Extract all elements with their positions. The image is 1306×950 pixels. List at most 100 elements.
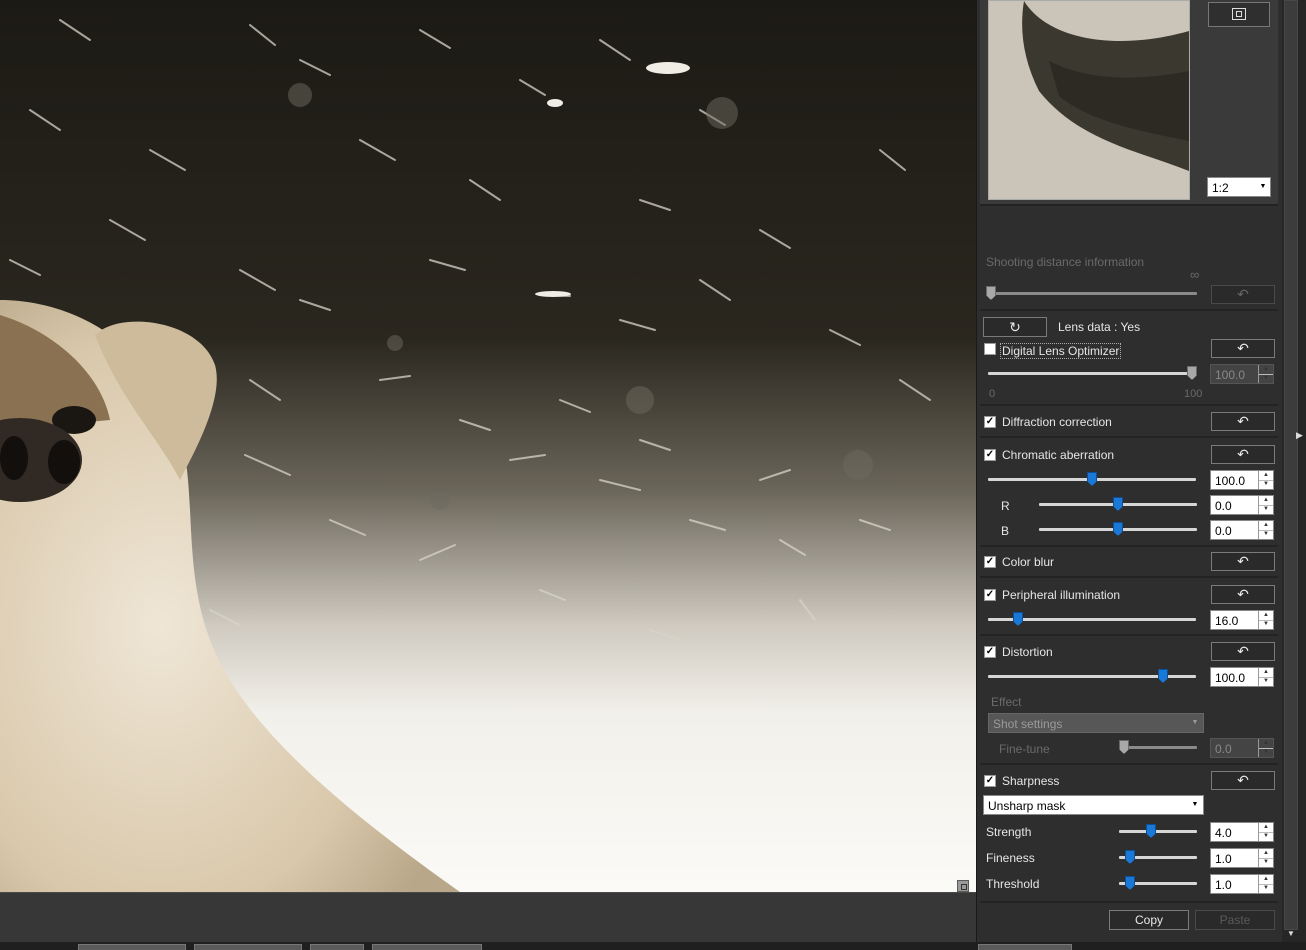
effect-select[interactable]: Shot settings ▼ (988, 713, 1204, 733)
chromatic-label: Chromatic aberration (1002, 448, 1115, 462)
paste-button[interactable]: Paste (1195, 910, 1275, 930)
diffraction-label: Diffraction correction (1002, 415, 1112, 429)
divider (980, 763, 1278, 765)
b-value: 0.0 (1215, 524, 1232, 538)
divider (980, 309, 1278, 311)
chromatic-reset-button[interactable]: ↶ (1211, 445, 1275, 464)
r-label: R (1001, 499, 1010, 513)
status-bar (0, 892, 976, 943)
shooting-distance-label: Shooting distance information (986, 255, 1145, 269)
bottom-tab-4[interactable] (372, 944, 482, 950)
finetune-value: 0.0 (1215, 742, 1232, 756)
spin-down-icon[interactable]: ▼ (1258, 677, 1273, 686)
r-value-input[interactable]: 0.0 ▲ ▼ (1210, 495, 1274, 515)
navigator-image (989, 1, 1189, 199)
sharpness-label: Sharpness (1002, 774, 1060, 788)
finetune-label: Fine-tune (999, 742, 1050, 756)
image-preview[interactable] (0, 0, 976, 892)
distortion-value-input[interactable]: 100.0 ▲ ▼ (1210, 667, 1274, 687)
scroll-down-icon[interactable]: ▼ (1284, 928, 1298, 940)
distortion-value: 100.0 (1215, 671, 1246, 685)
divider (980, 404, 1278, 406)
divider (980, 576, 1278, 578)
distortion-checkbox[interactable]: ✓ (984, 646, 996, 658)
spin-down-icon[interactable]: ▼ (1258, 884, 1273, 893)
shooting-distance-slider[interactable] (990, 292, 1197, 295)
navigator-thumbnail[interactable] (988, 0, 1190, 200)
refresh-lens-data-button[interactable]: ↻ (983, 317, 1047, 337)
shooting-distance-reset-button[interactable]: ↶ (1211, 285, 1275, 304)
peripheral-value-input[interactable]: 16.0 ▲ ▼ (1210, 610, 1274, 630)
fit-to-window-button[interactable] (1208, 2, 1270, 27)
chromatic-value: 100.0 (1215, 474, 1246, 488)
finetune-slider[interactable] (1120, 746, 1197, 749)
divider (980, 634, 1278, 636)
bottom-tab-3[interactable] (310, 944, 364, 950)
peripheral-reset-button[interactable]: ↶ (1211, 585, 1275, 604)
chromatic-value-input[interactable]: 100.0 ▲ ▼ (1210, 470, 1274, 490)
distortion-reset-button[interactable]: ↶ (1211, 642, 1275, 661)
infinity-label: ∞ (1190, 267, 1200, 282)
zoom-level-select[interactable]: 1:2 ▼ (1207, 177, 1271, 197)
refresh-icon: ↻ (1009, 319, 1021, 335)
spin-down-icon[interactable]: ▼ (1258, 748, 1273, 757)
dlo-checkbox[interactable] (984, 343, 996, 355)
preview-photo (0, 0, 976, 892)
peripheral-label: Peripheral illumination (1002, 588, 1121, 602)
spin-down-icon[interactable]: ▼ (1258, 832, 1273, 841)
dlo-max-label: 100 (1184, 388, 1203, 400)
diffraction-reset-button[interactable]: ↶ (1211, 412, 1275, 431)
divider (980, 436, 1278, 438)
zoom-level-value: 1:2 (1212, 181, 1229, 195)
bottom-tab-2[interactable] (194, 944, 302, 950)
spin-down-icon[interactable]: ▼ (1258, 480, 1273, 489)
strength-label: Strength (986, 825, 1032, 839)
copy-button[interactable]: Copy (1109, 910, 1189, 930)
dlo-value: 100.0 (1215, 368, 1246, 382)
divider (980, 901, 1278, 903)
threshold-label: Threshold (986, 877, 1040, 891)
fineness-label: Fineness (986, 851, 1035, 865)
dlo-reset-button[interactable]: ↶ (1211, 339, 1275, 358)
spin-down-icon[interactable]: ▼ (1258, 530, 1273, 539)
sharpness-mode-select[interactable]: Unsharp mask ▼ (983, 795, 1204, 815)
chromatic-checkbox[interactable]: ✓ (984, 449, 996, 461)
dlo-label: Digital Lens Optimizer (1000, 343, 1122, 359)
chevron-down-icon: ▼ (1259, 183, 1267, 190)
scrollbar-thumb[interactable] (1284, 0, 1298, 930)
diffraction-checkbox[interactable]: ✓ (984, 416, 996, 428)
strength-value: 4.0 (1215, 826, 1232, 840)
sharpness-mode-value: Unsharp mask (988, 799, 1066, 813)
b-value-input[interactable]: 0.0 ▲ ▼ (1210, 520, 1274, 540)
finetune-value-input[interactable]: 0.0 ▲ ▼ (1210, 738, 1274, 758)
fit-view-icon[interactable] (957, 880, 969, 892)
color-blur-checkbox[interactable]: ✓ (984, 556, 996, 568)
color-blur-reset-button[interactable]: ↶ (1211, 552, 1275, 571)
effect-label: Effect (991, 695, 1022, 709)
spin-down-icon[interactable]: ▼ (1258, 858, 1273, 867)
bottom-tab-5[interactable] (978, 944, 1072, 950)
strength-slider[interactable] (1119, 830, 1197, 833)
spin-down-icon[interactable]: ▼ (1258, 620, 1273, 629)
threshold-value: 1.0 (1215, 878, 1232, 892)
fineness-value: 1.0 (1215, 852, 1232, 866)
peripheral-checkbox[interactable]: ✓ (984, 589, 996, 601)
bottom-tab-1[interactable] (78, 944, 186, 950)
effect-value: Shot settings (993, 717, 1063, 731)
divider (980, 545, 1278, 547)
fineness-value-input[interactable]: 1.0 ▲ ▼ (1210, 848, 1274, 868)
strength-value-input[interactable]: 4.0 ▲ ▼ (1210, 822, 1274, 842)
sharpness-reset-button[interactable]: ↶ (1211, 771, 1275, 790)
dlo-slider[interactable] (988, 372, 1196, 375)
distortion-label: Distortion (1002, 645, 1053, 659)
dlo-value-input[interactable]: 100.0 ▲ ▼ (1210, 364, 1274, 384)
lens-data-label: Lens data : Yes (1058, 320, 1141, 334)
spin-down-icon[interactable]: ▼ (1258, 374, 1273, 383)
chevron-down-icon: ▼ (1191, 801, 1199, 808)
b-label: B (1001, 524, 1010, 538)
spin-down-icon[interactable]: ▼ (1258, 505, 1273, 514)
chevron-down-icon: ▼ (1191, 719, 1199, 726)
sharpness-checkbox[interactable]: ✓ (984, 775, 996, 787)
threshold-value-input[interactable]: 1.0 ▲ ▼ (1210, 874, 1274, 894)
expand-panel-icon[interactable]: ▶ (1296, 430, 1303, 441)
